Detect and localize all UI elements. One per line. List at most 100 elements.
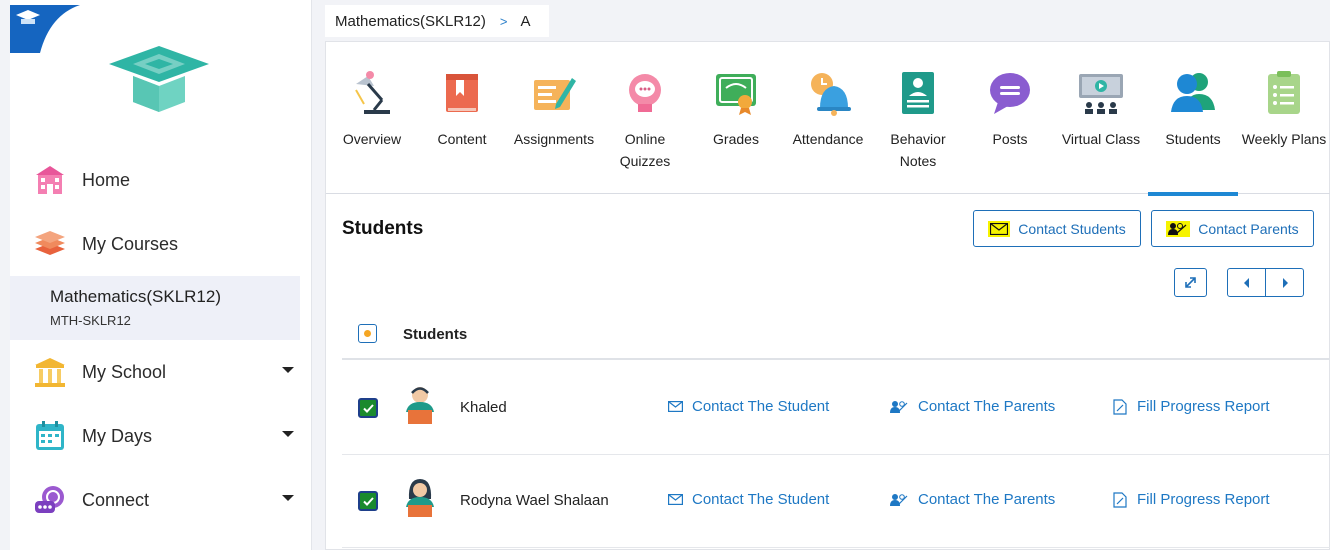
brand-logo-icon <box>109 46 209 112</box>
tab-virtual-class[interactable]: Virtual Class <box>1058 42 1144 194</box>
student-avatar-girl-icon <box>406 479 434 517</box>
chat-head-icon <box>629 74 661 112</box>
tab-label: Overview <box>342 131 402 147</box>
tab-label: Behavior Notes <box>890 131 946 169</box>
chat-bubble-icon <box>32 482 68 518</box>
report-icon <box>1113 398 1127 415</box>
prev-page-button[interactable] <box>1228 269 1265 296</box>
chevron-down-icon[interactable] <box>282 495 294 501</box>
course-main-panel: Overview Content Assignments Online Quiz… <box>325 41 1330 550</box>
tab-attendance[interactable]: Attendance <box>786 42 870 194</box>
corner-logo-icon[interactable] <box>10 5 80 53</box>
sidebar-item-label: Home <box>82 169 131 190</box>
book-stack-icon <box>32 226 68 262</box>
columns-building-icon <box>32 354 68 390</box>
breadcrumb-course[interactable]: Mathematics(SKLR12) <box>335 13 486 30</box>
tab-label: Weekly Plans <box>1241 131 1327 147</box>
bell-clock-icon <box>811 73 851 116</box>
sidebar-edge <box>0 0 10 550</box>
tab-students[interactable]: Students <box>1148 42 1238 196</box>
active-tab-indicator <box>1148 192 1238 196</box>
sidebar-item-label: My School <box>82 361 167 382</box>
tab-posts[interactable]: Posts <box>970 42 1050 194</box>
breadcrumb-section[interactable]: A <box>520 13 530 30</box>
tab-assignments[interactable]: Assignments <box>510 42 598 194</box>
active-course-title: Mathematics(SKLR12) <box>50 287 222 306</box>
contact-parents-link[interactable]: Contact The Parents <box>890 491 1055 508</box>
contact-student-label: Contact The Student <box>692 398 830 415</box>
chevron-down-icon[interactable] <box>282 431 294 437</box>
chevron-right-icon <box>1282 277 1288 288</box>
calendar-icon <box>32 418 68 454</box>
tab-label: Content <box>437 131 487 147</box>
tab-weekly-plans[interactable]: Weekly Plans <box>1240 42 1328 194</box>
section-title: Students <box>342 218 424 239</box>
tab-overview[interactable]: Overview <box>334 42 410 194</box>
contact-parents-button[interactable]: Contact Parents <box>1151 210 1314 247</box>
envelope-icon <box>668 494 683 505</box>
sidebar-item-label: My Courses <box>82 233 179 254</box>
tab-online-quizzes[interactable]: Online Quizzes <box>606 42 684 194</box>
contact-students-button[interactable]: Contact Students <box>973 210 1141 247</box>
contact-parents-link[interactable]: Contact The Parents <box>890 398 1055 415</box>
school-building-icon <box>32 162 68 198</box>
pen-paper-icon <box>534 78 576 110</box>
sidebar-item-my-courses[interactable]: My Courses <box>10 212 310 276</box>
book-icon <box>446 74 478 112</box>
fill-progress-report-link[interactable]: Fill Progress Report <box>1113 398 1270 415</box>
certificate-icon <box>716 74 756 115</box>
sidebar-item-my-days[interactable]: My Days <box>10 404 310 468</box>
contact-parents-label: Contact Parents <box>1198 220 1299 237</box>
tab-label: Attendance <box>792 131 864 147</box>
sidebar-active-course[interactable]: Mathematics(SKLR12) MTH-SKLR12 <box>10 276 300 340</box>
tab-label: Assignments <box>513 131 595 147</box>
tab-label: Virtual Class <box>1061 131 1141 147</box>
sidebar-item-connect[interactable]: Connect <box>10 468 310 532</box>
contact-student-link[interactable]: Contact The Student <box>668 491 829 508</box>
tab-content[interactable]: Content <box>422 42 502 194</box>
parents-icon <box>1166 220 1191 237</box>
student-name: Rodyna Wael Shalaan <box>460 492 609 509</box>
chevron-left-icon <box>1243 277 1249 288</box>
expand-button[interactable] <box>1174 268 1207 297</box>
clipboard-icon <box>1268 71 1300 114</box>
expand-icon <box>1185 277 1196 288</box>
row-checkbox[interactable] <box>358 491 378 511</box>
contact-student-link[interactable]: Contact The Student <box>668 398 829 415</box>
tab-grades[interactable]: Grades <box>696 42 776 194</box>
chevron-down-icon[interactable] <box>282 367 294 373</box>
students-icon <box>1171 73 1215 112</box>
fill-progress-report-link[interactable]: Fill Progress Report <box>1113 491 1270 508</box>
tab-behavior-notes[interactable]: Behavior Notes <box>878 42 958 194</box>
next-page-button[interactable] <box>1265 269 1303 296</box>
contact-parents-label: Contact The Parents <box>918 398 1056 415</box>
tab-label: Grades <box>713 131 759 147</box>
check-icon <box>362 496 374 506</box>
report-icon <box>1113 491 1127 508</box>
virtual-class-icon <box>1079 74 1123 114</box>
sidebar-item-home[interactable]: Home <box>10 148 310 212</box>
notes-board-icon <box>902 72 934 114</box>
student-avatar-boy-icon <box>406 387 434 424</box>
sidebar-item-my-school[interactable]: My School <box>10 340 310 404</box>
tab-label: Online Quizzes <box>619 131 671 169</box>
desk-lamp-icon <box>355 71 390 114</box>
student-name: Khaled <box>460 399 507 416</box>
sidebar-item-label: Connect <box>82 489 150 510</box>
breadcrumb: Mathematics(SKLR12) > A <box>325 5 549 37</box>
breadcrumb-separator: > <box>499 13 508 29</box>
fill-progress-report-label: Fill Progress Report <box>1137 491 1270 508</box>
contact-parents-label: Contact The Parents <box>918 491 1056 508</box>
table-header: Students <box>342 314 1330 360</box>
tab-label: Posts <box>992 131 1028 147</box>
check-icon <box>362 403 374 413</box>
table-row: Khaled Contact The Student Contact The P… <box>342 362 1330 455</box>
parents-icon <box>890 401 908 413</box>
row-checkbox[interactable] <box>358 398 378 418</box>
envelope-icon <box>668 401 683 412</box>
contact-students-label: Contact Students <box>1018 220 1126 237</box>
select-all-checkbox[interactable] <box>358 324 377 343</box>
table-row: Rodyna Wael Shalaan Contact The Student … <box>342 455 1330 548</box>
contact-student-label: Contact The Student <box>692 491 830 508</box>
envelope-icon <box>988 220 1011 237</box>
